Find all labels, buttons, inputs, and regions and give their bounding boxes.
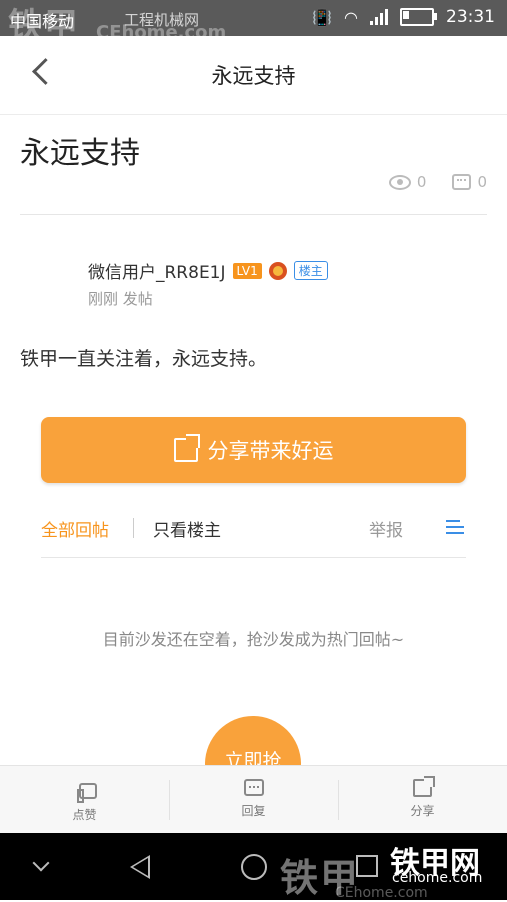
chevron-down-icon[interactable]	[32, 854, 50, 872]
post-title: 永远支持	[20, 136, 140, 171]
share-icon	[412, 779, 433, 797]
medal-icon	[268, 261, 287, 280]
tab-all-replies[interactable]: 全部回帖	[41, 516, 109, 541]
clock: 23:31	[446, 7, 495, 27]
post-time: 刚刚 发帖	[88, 290, 153, 308]
reply-label: 回复	[241, 804, 266, 818]
watermark-text: 工程机械网	[124, 11, 200, 29]
reply-button[interactable]: 回复	[169, 766, 338, 834]
level-badge: LV1	[232, 262, 262, 279]
nav-home-icon[interactable]	[241, 854, 267, 880]
signal-icon	[370, 9, 388, 25]
share-button-label: 分享带来好运	[207, 439, 334, 463]
divider	[41, 557, 466, 558]
report-button[interactable]: 举报	[369, 516, 403, 541]
bottom-action-bar: 点赞 回复 分享	[0, 765, 507, 834]
comment-icon	[452, 174, 472, 190]
message-icon	[243, 779, 264, 797]
battery-icon	[400, 8, 437, 26]
empty-replies-message: 目前沙发还在空着，抢沙发成为热门回帖~	[102, 630, 405, 649]
sort-icon[interactable]	[446, 520, 464, 536]
comments-value: 0	[477, 173, 487, 191]
views-count: 0	[388, 173, 427, 191]
share-icon	[173, 434, 200, 462]
vibrate-icon: 📳	[312, 7, 333, 27]
like-label: 点赞	[72, 808, 97, 822]
share-label: 分享	[410, 804, 435, 818]
status-icons: 📳 ◠ 23:31	[312, 7, 495, 27]
nav-back-icon[interactable]	[130, 855, 150, 879]
tab-owner-only[interactable]: 只看楼主	[153, 516, 221, 541]
reply-tabs: 全部回帖 只看楼主 举报	[41, 510, 466, 550]
like-button[interactable]: 点赞	[0, 766, 169, 834]
author-name[interactable]: 微信用户_RR8E1J	[88, 258, 226, 283]
share-button[interactable]: 分享带来好运	[41, 417, 466, 483]
post-stats: 0 0	[388, 173, 487, 191]
bottom-share-button[interactable]: 分享	[338, 766, 507, 834]
watermark-domain-small: cehome.com	[392, 870, 483, 886]
divider	[20, 214, 487, 215]
eye-icon	[388, 174, 411, 190]
thumbs-up-icon	[75, 783, 97, 801]
top-bar: 永远支持	[0, 36, 507, 115]
owner-badge: 楼主	[293, 261, 328, 280]
wifi-icon: ◠	[344, 7, 358, 27]
page-title: 永远支持	[211, 64, 296, 88]
comments-count: 0	[452, 173, 487, 191]
watermark-domain: CEhome.com	[335, 885, 428, 901]
views-value: 0	[416, 173, 427, 191]
tab-separator	[133, 518, 134, 538]
author-row: 微信用户_RR8E1J LV1 楼主	[88, 258, 328, 283]
status-bar: 中国移动 铁甲 CEhome.com 工程机械网 📳 ◠ 23:31	[0, 0, 507, 46]
post-content: 铁甲一直关注着，永远支持。	[20, 348, 268, 370]
